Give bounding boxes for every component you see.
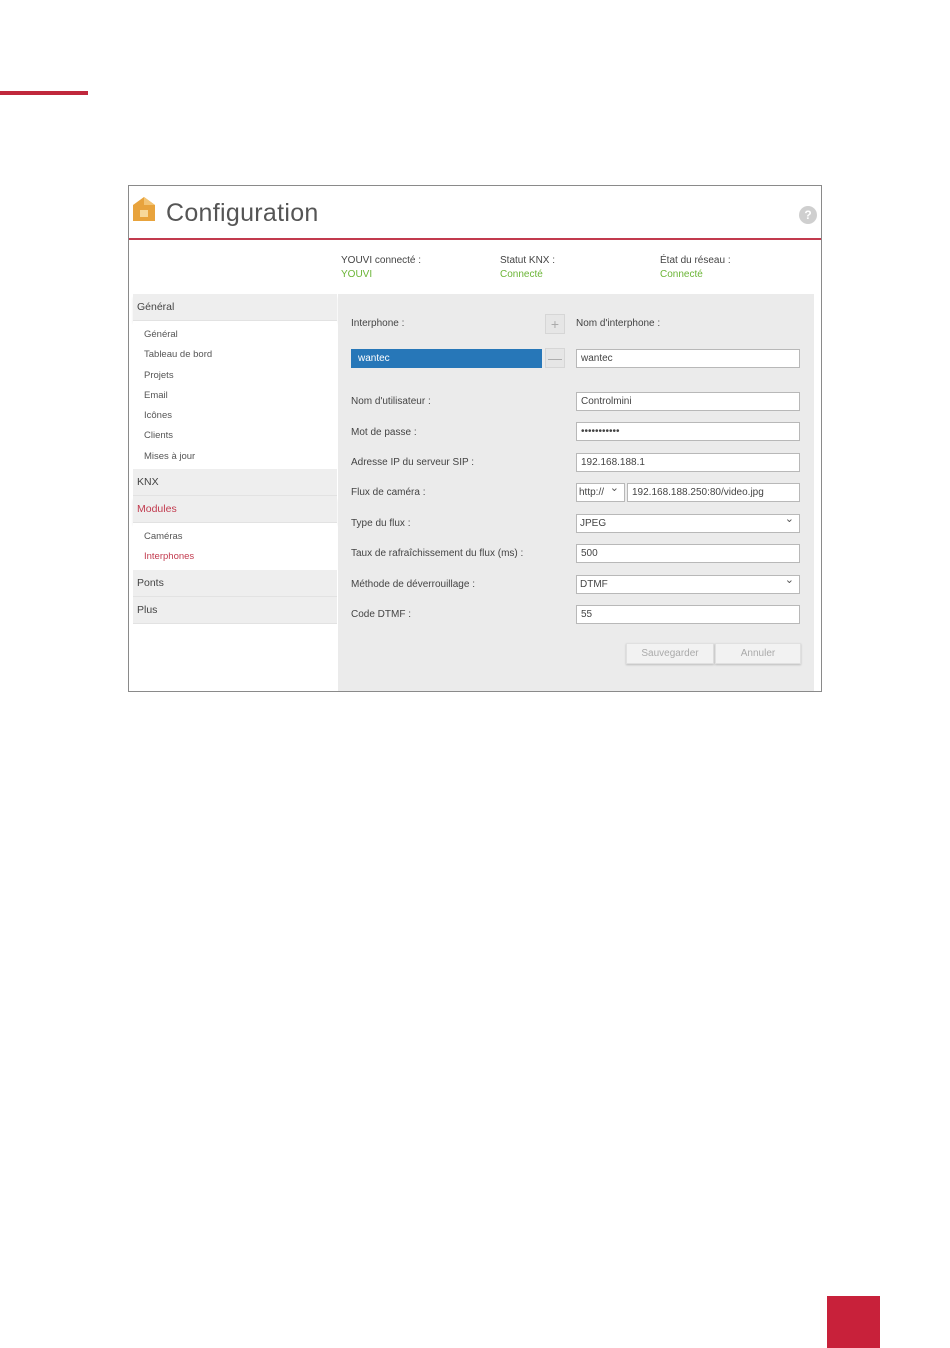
app-title: Configuration [166,199,319,227]
sip-address-input[interactable]: 192.168.188.1 [576,453,800,472]
save-button[interactable]: Sauvegarder [626,643,714,664]
password-label: Mot de passe : [351,427,417,438]
house-logo-icon [133,197,155,221]
configuration-window: Configuration ? YOUVI connecté : YOUVI S… [128,185,822,692]
status-value: YOUVI [341,269,373,280]
sidebar-modules-items: Caméras Interphones [133,523,337,570]
camera-protocol-select[interactable]: http:// [576,483,625,502]
sidebar-section-knx[interactable]: KNX [133,469,337,497]
sidebar-section-modules[interactable]: Modules [133,496,337,524]
unlock-method-label: Méthode de déverrouillage : [351,579,475,590]
username-input[interactable]: Controlmini [576,392,800,411]
sidebar-section-bridges[interactable]: Ponts [133,569,337,597]
app-header: Configuration ? [129,186,821,240]
stream-type-value: JPEG [580,518,607,529]
sidebar-item-icons[interactable]: Icônes [133,406,337,426]
interphone-label: Interphone : [351,318,405,329]
status-value: Connecté [500,269,543,280]
stream-type-label: Type du flux : [351,518,411,529]
refresh-rate-label: Taux de rafraîchissement du flux (ms) : [351,548,524,559]
stream-type-select[interactable]: JPEG [576,514,800,533]
status-knx: Statut KNX : Connecté [500,254,555,282]
remove-interphone-button[interactable]: — [545,348,565,368]
sidebar-item-general[interactable]: Général [133,325,337,345]
status-youvi: YOUVI connecté : YOUVI [341,254,421,282]
help-icon[interactable]: ? [799,206,817,224]
sidebar-item-email[interactable]: Email [133,386,337,406]
unlock-method-select[interactable]: DTMF [576,575,800,594]
sidebar-item-dashboard[interactable]: Tableau de bord [133,345,337,365]
interphone-settings-panel: Interphone : + Nom d'interphone : wantec… [338,294,814,691]
camera-url-input[interactable]: 192.168.188.250:80/video.jpg [627,483,800,502]
status-label: État du réseau : [660,255,731,266]
sidebar-item-interphones[interactable]: Interphones [133,547,337,567]
page-corner-marker [827,1296,880,1348]
sidebar-item-clients[interactable]: Clients [133,426,337,446]
camera-stream-label: Flux de caméra : [351,487,426,498]
status-label: YOUVI connecté : [341,255,422,266]
interphone-list-item[interactable]: wantec [351,349,542,368]
sip-address-label: Adresse IP du serveur SIP : [351,457,475,468]
dtmf-code-input[interactable]: 55 [576,605,800,624]
sidebar-general-items: Général Tableau de bord Projets Email Ic… [133,321,337,470]
refresh-rate-input[interactable]: 500 [576,544,800,563]
status-value: Connecté [660,269,703,280]
camera-protocol-value: http:// [579,487,605,498]
unlock-method-value: DTMF [580,579,608,590]
status-label: Statut KNX : [500,255,556,266]
add-interphone-button[interactable]: + [545,314,565,334]
sidebar: Général Général Tableau de bord Projets … [133,294,337,689]
page-accent-line [0,91,88,95]
sidebar-section-more[interactable]: Plus [133,596,337,624]
username-label: Nom d'utilisateur : [351,396,431,407]
sidebar-item-projects[interactable]: Projets [133,366,337,386]
password-input[interactable]: ••••••••••• [576,422,800,441]
cancel-button[interactable]: Annuler [715,643,801,664]
status-network: État du réseau : Connecté [660,254,731,282]
interphone-name-input[interactable]: wantec [576,349,800,368]
sidebar-item-cameras[interactable]: Caméras [133,527,337,547]
dtmf-code-label: Code DTMF : [351,609,412,620]
sidebar-item-updates[interactable]: Mises à jour [133,447,337,467]
sidebar-section-general[interactable]: Général [133,294,337,321]
interphone-name-label: Nom d'interphone : [576,318,661,329]
